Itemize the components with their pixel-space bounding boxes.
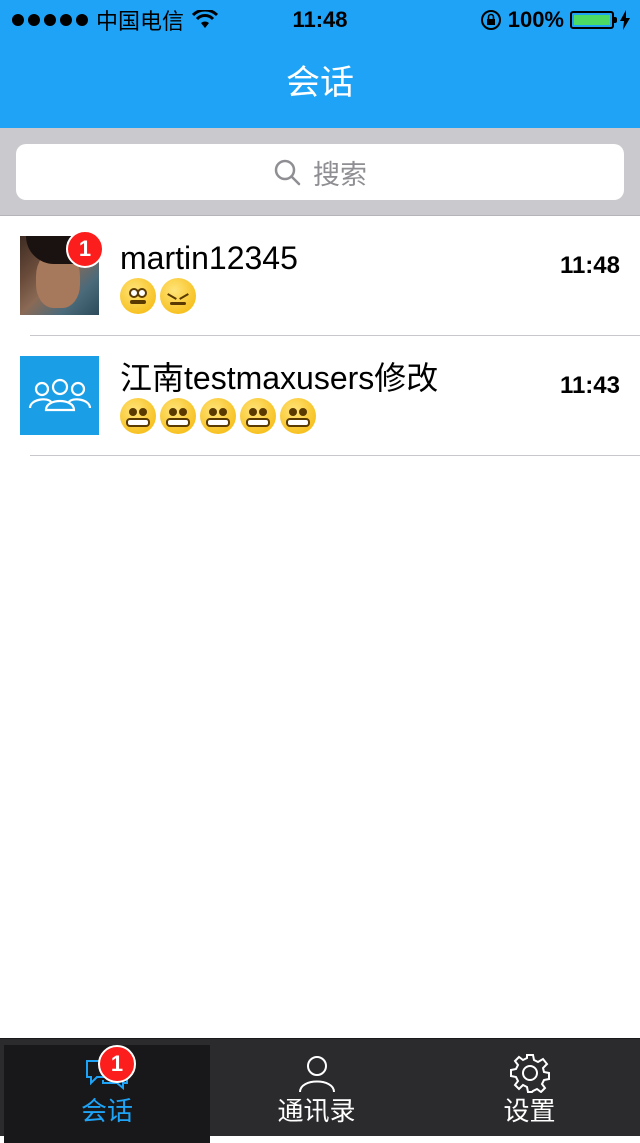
charging-icon: [620, 10, 630, 30]
conversation-time: 11:43: [559, 372, 620, 399]
tab-settings[interactable]: 设置: [423, 1039, 636, 1137]
flushed-face-emoji-icon: [120, 278, 156, 314]
conversation-name: martin12345: [120, 240, 298, 276]
tab-contacts[interactable]: 通讯录: [210, 1039, 423, 1137]
grimacing-face-emoji-icon: [280, 398, 316, 434]
battery-icon: [570, 11, 617, 29]
gear-icon: [509, 1054, 550, 1093]
unread-badge: 1: [66, 230, 104, 268]
grimacing-face-emoji-icon: [240, 398, 276, 434]
search-icon: [274, 159, 301, 186]
confounded-face-emoji-icon: [160, 278, 196, 314]
page-title: 会话: [286, 64, 354, 102]
message-preview: [120, 278, 196, 314]
status-bar: 中国电信 11:48 100%: [0, 0, 640, 40]
status-right: 100%: [480, 6, 630, 34]
row-divider: [30, 455, 640, 456]
grimacing-face-emoji-icon: [120, 398, 156, 434]
tab-label: 会话: [80, 1096, 133, 1126]
conversation-list: 1 martin12345 11:48 江南testmaxusers修改 11:: [0, 216, 640, 456]
tab-bar: 1 会话 通讯录 设置: [0, 1038, 640, 1143]
tab-conversations[interactable]: 1 会话: [4, 1045, 210, 1143]
grimacing-face-emoji-icon: [200, 398, 236, 434]
conversation-time: 11:48: [559, 252, 620, 279]
search-area: 搜索: [0, 128, 640, 216]
conversation-name: 江南testmaxusers修改: [120, 360, 439, 396]
search-placeholder: 搜索: [313, 159, 367, 190]
rotation-lock-icon: [480, 10, 501, 30]
message-preview: [120, 398, 316, 434]
search-input[interactable]: 搜索: [16, 144, 624, 200]
navigation-bar: 会话: [0, 40, 640, 128]
group-avatar: [20, 356, 99, 435]
tab-label: 通讯录: [277, 1096, 356, 1126]
person-icon: [298, 1056, 335, 1093]
conversation-row[interactable]: 江南testmaxusers修改 11:43: [0, 336, 640, 456]
tab-unread-badge: 1: [98, 1045, 136, 1083]
tab-label: 设置: [503, 1096, 556, 1126]
battery-percent: 100%: [507, 7, 564, 32]
conversation-row[interactable]: 1 martin12345 11:48: [0, 216, 640, 336]
group-icon: [28, 378, 91, 411]
grimacing-face-emoji-icon: [160, 398, 196, 434]
